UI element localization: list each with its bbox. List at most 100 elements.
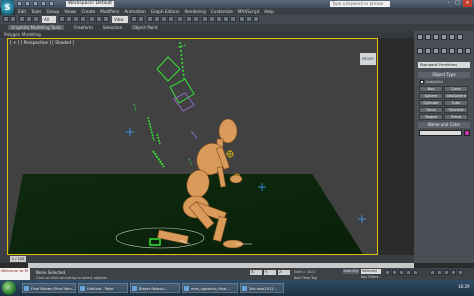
move-icon[interactable] bbox=[89, 16, 95, 22]
coord-x-field[interactable]: X: bbox=[250, 270, 262, 275]
helpers-icon[interactable] bbox=[449, 48, 455, 54]
menu-edit[interactable]: Edit bbox=[18, 9, 26, 14]
object-name-input[interactable] bbox=[419, 130, 462, 136]
zoom-icon[interactable] bbox=[430, 270, 435, 275]
coord-y-field[interactable]: Y: bbox=[264, 270, 276, 275]
cameras-icon[interactable] bbox=[441, 48, 447, 54]
curve-editor-icon[interactable] bbox=[216, 16, 222, 22]
orbit-icon[interactable] bbox=[451, 270, 456, 275]
material-editor-icon[interactable] bbox=[230, 16, 236, 22]
plane-button[interactable]: Plane bbox=[444, 114, 468, 120]
pyramid-button[interactable]: Pyramid bbox=[444, 107, 468, 113]
menu-rendering[interactable]: Rendering bbox=[184, 9, 205, 14]
layer-manager-icon[interactable] bbox=[202, 16, 208, 22]
hierarchy-tab-icon[interactable] bbox=[433, 34, 439, 40]
mirror-icon[interactable] bbox=[186, 16, 192, 22]
scale-icon[interactable] bbox=[103, 16, 109, 22]
workspace-select[interactable]: Workspace: Default bbox=[66, 1, 114, 7]
go-to-start-icon[interactable] bbox=[385, 270, 390, 275]
menu-group[interactable]: Group bbox=[46, 9, 59, 14]
spinner-snap-icon[interactable] bbox=[168, 16, 174, 22]
select-by-name-icon[interactable] bbox=[66, 16, 72, 22]
menu-create[interactable]: Create bbox=[81, 9, 95, 14]
tab-graphite-modeling-tools[interactable]: Graphite Modeling Tools bbox=[8, 25, 65, 30]
geosphere-button[interactable]: GeoSphere bbox=[444, 93, 468, 99]
angle-snap-icon[interactable] bbox=[154, 16, 160, 22]
set-key-filter-select[interactable]: Selected bbox=[361, 269, 381, 274]
tab-freeform[interactable]: Freeform bbox=[74, 25, 93, 30]
display-tab-icon[interactable] bbox=[449, 34, 455, 40]
named-selection-icon[interactable] bbox=[177, 16, 183, 22]
tube-button[interactable]: Tube bbox=[444, 100, 468, 106]
teapot-button[interactable]: Teapot bbox=[419, 114, 443, 120]
object-type-header[interactable]: Object Type bbox=[418, 72, 470, 78]
redo-icon[interactable] bbox=[10, 16, 16, 22]
unlink-icon[interactable] bbox=[26, 16, 32, 22]
perspective-viewport[interactable]: [ + ] [ Perspective ] [ Shaded ] FRONT bbox=[7, 38, 378, 255]
lights-icon[interactable] bbox=[433, 48, 439, 54]
window-crossing-icon[interactable] bbox=[80, 16, 86, 22]
motion-tab-icon[interactable] bbox=[441, 34, 447, 40]
maximize-viewport-icon[interactable] bbox=[458, 270, 463, 275]
menu-modifiers[interactable]: Modifiers bbox=[100, 9, 119, 14]
taskbar-item[interactable]: Blazer Reload... bbox=[130, 283, 180, 293]
system-clock[interactable]: 16:29 bbox=[458, 284, 470, 289]
select-object-icon[interactable] bbox=[59, 16, 65, 22]
next-frame-icon[interactable] bbox=[406, 270, 411, 275]
close-icon[interactable]: × bbox=[463, 0, 472, 7]
auto-key-button[interactable]: Auto Key bbox=[343, 269, 359, 274]
link-icon[interactable] bbox=[19, 16, 25, 22]
taskbar-item[interactable]: max_uppercut_final... bbox=[182, 283, 238, 293]
object-color-swatch[interactable] bbox=[464, 130, 470, 136]
taskbar-item[interactable]: Untitled - Paint bbox=[78, 283, 128, 293]
name-and-color-header[interactable]: Name and Color bbox=[418, 122, 470, 128]
rectangle-selection-icon[interactable] bbox=[73, 16, 79, 22]
menu-help[interactable]: Help bbox=[264, 9, 274, 14]
space-warps-icon[interactable] bbox=[457, 48, 463, 54]
render-setup-icon[interactable] bbox=[239, 16, 245, 22]
rotate-icon[interactable] bbox=[96, 16, 102, 22]
modify-tab-icon[interactable] bbox=[425, 34, 431, 40]
select-manipulate-icon[interactable] bbox=[138, 16, 144, 22]
pivot-center-icon[interactable] bbox=[131, 16, 137, 22]
pan-icon[interactable] bbox=[444, 270, 449, 275]
maximize-icon[interactable]: □ bbox=[453, 0, 462, 7]
previous-frame-icon[interactable] bbox=[392, 270, 397, 275]
key-filters-button[interactable]: Key Filters... bbox=[361, 275, 382, 279]
graphite-toggle-icon[interactable] bbox=[209, 16, 215, 22]
primitive-category-select[interactable]: Standard Primitives bbox=[418, 62, 470, 68]
menu-tools[interactable]: Tools bbox=[31, 9, 41, 14]
play-icon[interactable] bbox=[399, 270, 404, 275]
start-button-icon[interactable] bbox=[2, 281, 16, 295]
new-file-icon[interactable] bbox=[17, 1, 22, 6]
tab-object-paint[interactable]: Object Paint bbox=[132, 25, 157, 30]
undo-icon[interactable] bbox=[3, 16, 9, 22]
menu-views[interactable]: Views bbox=[64, 9, 76, 14]
snap-toggle-icon[interactable] bbox=[147, 16, 153, 22]
autogrid-checkbox[interactable] bbox=[420, 80, 424, 84]
menu-customize[interactable]: Customize bbox=[211, 9, 233, 14]
taskbar-item[interactable]: Final Moves (Final Vers... bbox=[22, 283, 76, 293]
coord-z-field[interactable]: Z: bbox=[278, 270, 290, 275]
time-slider-thumb[interactable]: 0 / 100 bbox=[10, 256, 26, 262]
time-slider[interactable] bbox=[0, 255, 414, 263]
cone-button[interactable]: Cone bbox=[444, 86, 468, 92]
create-tab-icon[interactable] bbox=[417, 34, 423, 40]
menu-animation[interactable]: Animation bbox=[124, 9, 145, 14]
percent-snap-icon[interactable] bbox=[161, 16, 167, 22]
taskbar-item[interactable]: 3ds max2012... bbox=[240, 283, 284, 293]
rendered-frame-icon[interactable] bbox=[246, 16, 252, 22]
cylinder-button[interactable]: Cylinder bbox=[419, 100, 443, 106]
redo-icon[interactable] bbox=[49, 1, 54, 6]
utilities-tab-icon[interactable] bbox=[457, 34, 463, 40]
open-file-icon[interactable] bbox=[25, 1, 30, 6]
menu-maxscript[interactable]: MAXScript bbox=[238, 9, 260, 14]
selection-filter-select[interactable]: All bbox=[42, 16, 56, 23]
torus-button[interactable]: Torus bbox=[419, 107, 443, 113]
systems-icon[interactable] bbox=[465, 48, 471, 54]
shapes-icon[interactable] bbox=[425, 48, 431, 54]
render-production-icon[interactable] bbox=[253, 16, 259, 22]
go-to-end-icon[interactable] bbox=[413, 270, 418, 275]
menu-graph-editors[interactable]: Graph Editors bbox=[151, 9, 180, 14]
box-button[interactable]: Box bbox=[419, 86, 443, 92]
